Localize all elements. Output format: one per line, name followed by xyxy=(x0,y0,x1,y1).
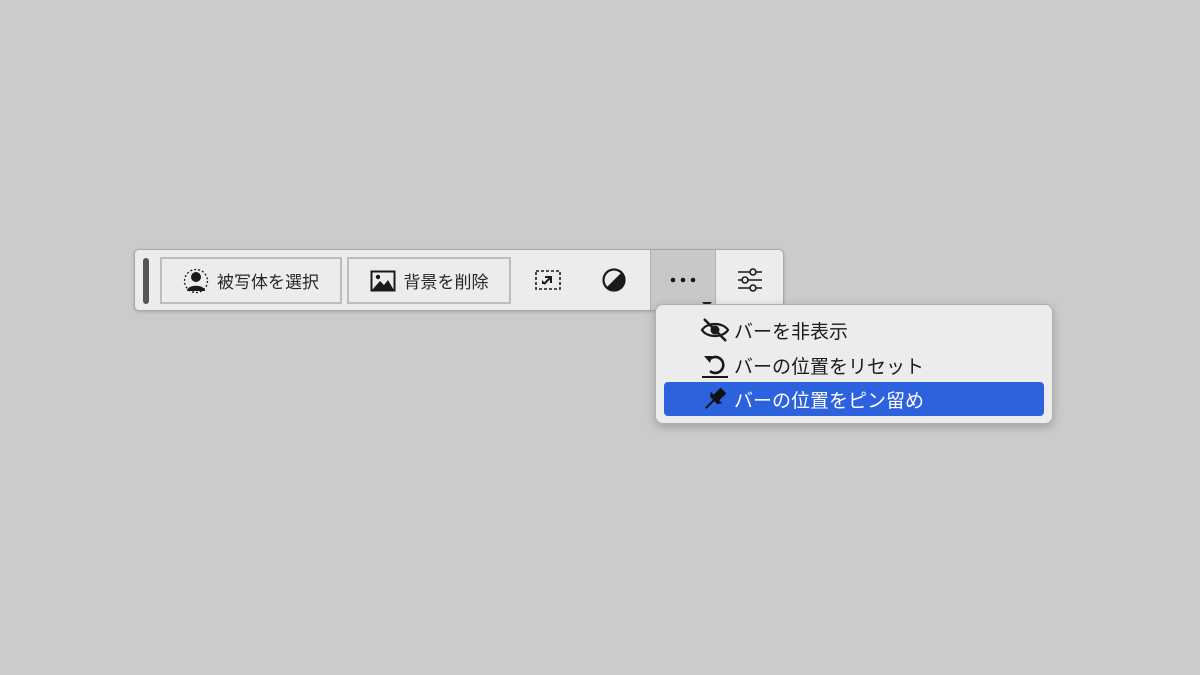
image-icon xyxy=(370,270,395,291)
transform-selection-button[interactable] xyxy=(518,250,578,310)
reset-icon xyxy=(700,350,730,380)
eye-slash-icon xyxy=(700,315,730,345)
menu-item-label: バーの位置をピン留め xyxy=(734,389,925,412)
menu-item-label: バーを非表示 xyxy=(734,320,849,343)
select-subject-label: 被写体を選択 xyxy=(217,273,319,293)
select-subject-button[interactable]: 被写体を選択 xyxy=(160,257,342,304)
menu-item-reset-bar-position[interactable]: バーの位置をリセット xyxy=(664,348,1044,382)
more-options-button[interactable] xyxy=(650,250,716,310)
transform-selection-icon xyxy=(535,270,561,290)
person-selection-icon xyxy=(183,268,209,293)
remove-background-label: 背景を削除 xyxy=(403,273,489,293)
remove-background-button[interactable]: 背景を削除 xyxy=(347,257,511,304)
drag-handle[interactable] xyxy=(143,258,149,304)
pin-icon xyxy=(700,384,730,414)
ellipsis-icon xyxy=(670,277,696,283)
menu-item-hide-bar[interactable]: バーを非表示 xyxy=(664,313,1044,347)
adjustment-button[interactable] xyxy=(584,250,644,310)
more-options-menu: バーを非表示 バーの位置をリセット バーの位置をピン留め xyxy=(655,304,1053,424)
menu-item-label: バーの位置をリセット xyxy=(734,355,925,378)
sliders-icon xyxy=(738,268,762,292)
menu-item-pin-bar-position[interactable]: バーの位置をピン留め xyxy=(664,382,1044,416)
contextual-task-bar: 被写体を選択 背景を削除 xyxy=(134,249,784,311)
settings-button[interactable] xyxy=(720,250,780,310)
half-circle-contrast-icon xyxy=(602,268,626,292)
